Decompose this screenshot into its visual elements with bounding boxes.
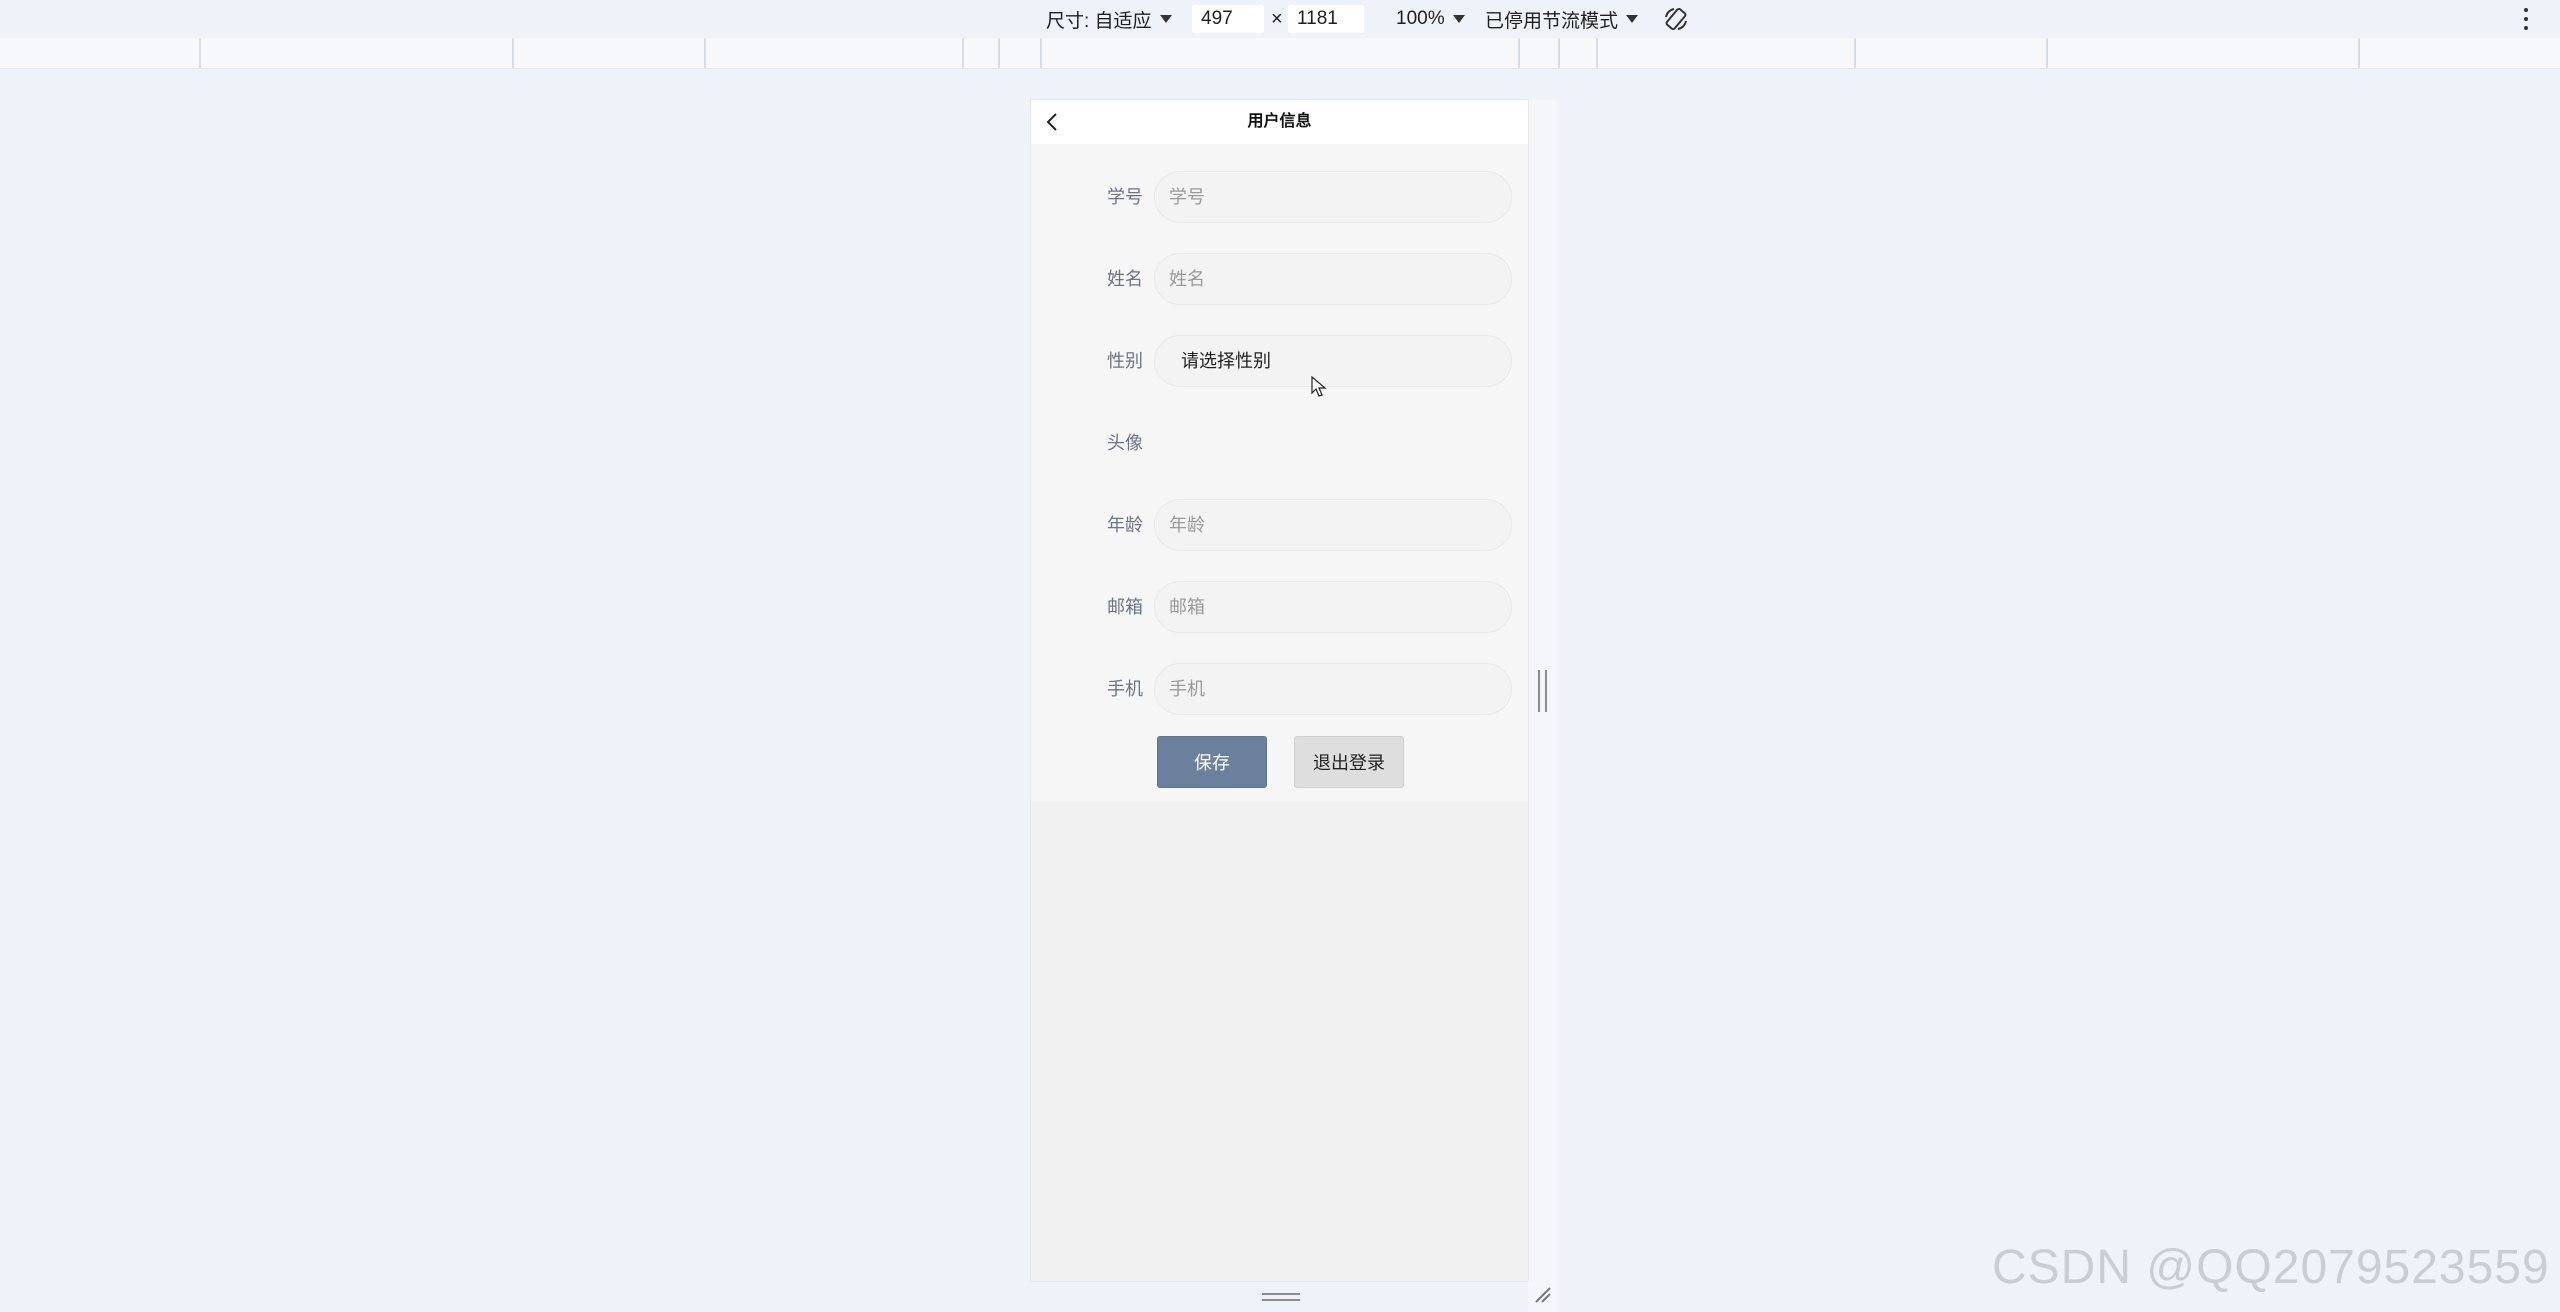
rotate-icon bbox=[1665, 7, 1687, 31]
zoom-dropdown[interactable]: 100% bbox=[1396, 0, 1465, 38]
form-row-age: 年龄 bbox=[1031, 498, 1528, 552]
user-info-form: 学号 姓名 性别 请选择性别 头像 年龄 邮箱 手机 保存 退出登录 bbox=[1031, 144, 1528, 801]
gender-select[interactable]: 请选择性别 bbox=[1154, 335, 1512, 387]
student-id-label: 学号 bbox=[1107, 187, 1143, 207]
chevron-down-icon bbox=[1452, 15, 1465, 23]
chevron-down-icon bbox=[1626, 15, 1639, 23]
media-query-ruler bbox=[0, 38, 2560, 69]
age-input[interactable] bbox=[1154, 499, 1512, 551]
dimensions-dropdown[interactable]: 尺寸: 自适应 bbox=[1046, 0, 1172, 38]
rotate-button[interactable] bbox=[1662, 0, 1690, 38]
form-actions: 保存 退出登录 bbox=[1031, 736, 1528, 790]
email-label: 邮箱 bbox=[1107, 597, 1143, 617]
name-label: 姓名 bbox=[1107, 269, 1143, 289]
chevron-down-icon bbox=[1159, 15, 1172, 23]
logout-button[interactable]: 退出登录 bbox=[1294, 736, 1404, 788]
phone-input[interactable] bbox=[1154, 663, 1512, 715]
mouse-cursor-icon bbox=[1311, 376, 1327, 397]
app-navbar: 用户信息 bbox=[1031, 100, 1528, 144]
watermark: CSDN @QQ2079523559 bbox=[1992, 1241, 2550, 1294]
page-title: 用户信息 bbox=[1247, 113, 1312, 130]
device-toolbar: 尺寸: 自适应 497 × 1181 100% 已停用节流模式 bbox=[0, 0, 2560, 38]
side-resize-handle[interactable] bbox=[1538, 670, 1547, 712]
form-row-phone: 手机 bbox=[1031, 662, 1528, 716]
device-viewport: 用户信息 学号 姓名 性别 请选择性别 头像 年龄 邮箱 手机 bbox=[1031, 100, 1528, 1281]
throttling-label: 已停用节流模式 bbox=[1485, 10, 1619, 32]
save-button[interactable]: 保存 bbox=[1157, 736, 1267, 788]
gender-label: 性别 bbox=[1107, 351, 1143, 371]
form-row-student-id: 学号 bbox=[1031, 170, 1528, 224]
corner-resize-icon[interactable] bbox=[1532, 1284, 1552, 1304]
age-label: 年龄 bbox=[1107, 515, 1143, 535]
bottom-resize-handle[interactable] bbox=[1262, 1293, 1300, 1301]
form-row-email: 邮箱 bbox=[1031, 580, 1528, 634]
throttling-dropdown[interactable]: 已停用节流模式 bbox=[1485, 0, 1639, 38]
height-input[interactable]: 1181 bbox=[1288, 5, 1364, 33]
form-row-gender: 性别 请选择性别 bbox=[1031, 334, 1528, 388]
phone-label: 手机 bbox=[1107, 679, 1143, 699]
name-input[interactable] bbox=[1154, 253, 1512, 305]
student-id-input[interactable] bbox=[1154, 171, 1512, 223]
kebab-menu-icon[interactable] bbox=[2522, 6, 2530, 32]
width-input[interactable]: 497 bbox=[1192, 5, 1264, 33]
zoom-value: 100% bbox=[1396, 8, 1445, 29]
dimensions-separator: × bbox=[1271, 7, 1283, 30]
form-row-avatar: 头像 bbox=[1031, 416, 1528, 470]
email-input[interactable] bbox=[1154, 581, 1512, 633]
avatar-label: 头像 bbox=[1107, 433, 1143, 453]
form-row-name: 姓名 bbox=[1031, 252, 1528, 306]
dimensions-label: 尺寸: 自适应 bbox=[1046, 10, 1152, 32]
